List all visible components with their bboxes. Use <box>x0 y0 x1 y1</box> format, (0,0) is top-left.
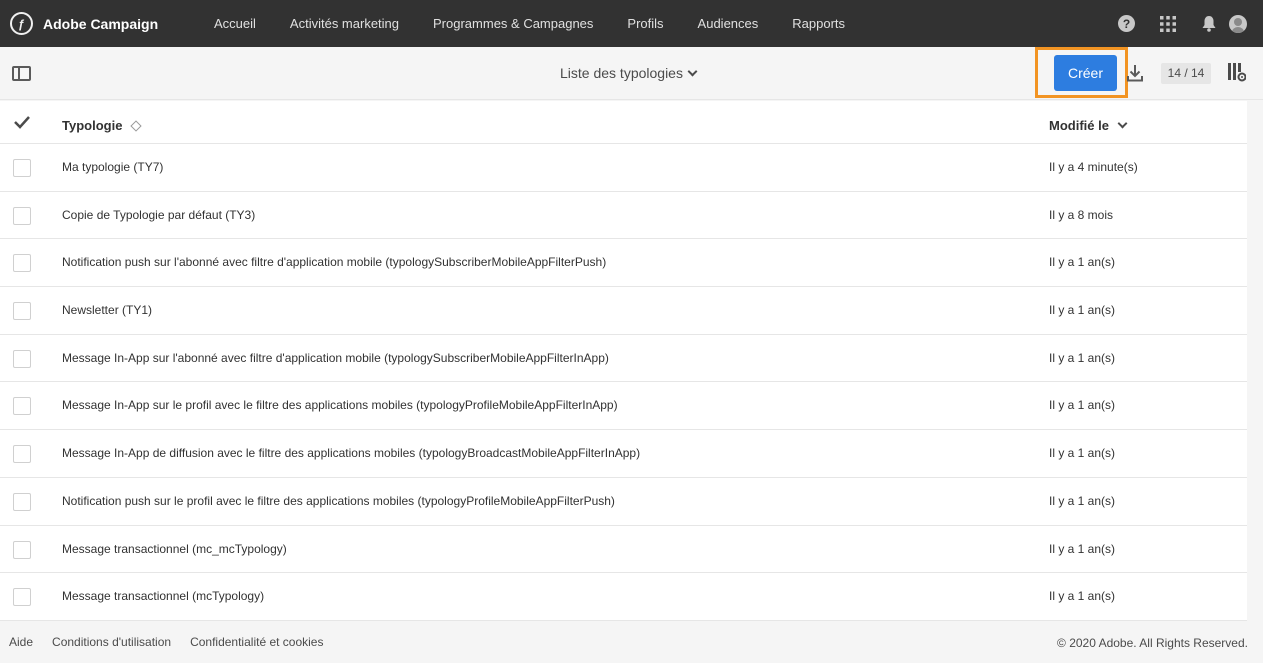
apps-button[interactable] <box>1147 0 1188 47</box>
modified-date: Il y a 1 an(s) <box>1049 589 1116 604</box>
typology-table: Typologie Modifié le Ma typologie (TY7) … <box>0 101 1247 621</box>
create-button[interactable]: Créer <box>1054 55 1117 91</box>
modified-date: Il y a 1 an(s) <box>1049 446 1116 461</box>
typology-name: Notification push sur l'abonné avec filt… <box>62 255 607 270</box>
table-row[interactable]: Message transactionnel (mcTypology) Il y… <box>0 573 1247 621</box>
row-checkbox[interactable] <box>13 445 31 464</box>
nav-item-rapports[interactable]: Rapports <box>775 0 862 47</box>
modified-date: Il y a 4 minute(s) <box>1049 160 1138 174</box>
table-row[interactable]: Ma typologie (TY7) Il y a 4 minute(s) <box>0 144 1247 192</box>
table-row[interactable]: Newsletter (TY1) Il y a 1 an(s) <box>0 287 1247 335</box>
bell-icon <box>1202 16 1215 32</box>
row-checkbox[interactable] <box>13 492 31 511</box>
panel-toggle-icon[interactable] <box>12 66 31 81</box>
nav-item-activites-marketing[interactable]: Activités marketing <box>273 0 416 47</box>
column-header-label: Typologie <box>62 118 123 133</box>
footer-link-aide[interactable]: Aide <box>9 635 33 649</box>
modified-date: Il y a 1 an(s) <box>1049 398 1116 413</box>
row-checkbox[interactable] <box>13 588 31 607</box>
row-checkbox[interactable] <box>13 254 31 273</box>
table-header: Typologie Modifié le <box>0 101 1247 144</box>
column-header-label: Modifié le <box>1049 118 1109 133</box>
table-row[interactable]: Message In-App sur l'abonné avec filtre … <box>0 335 1247 383</box>
typology-name: Message transactionnel (mc_mcTypology) <box>62 541 287 556</box>
typology-name: Copie de Typologie par défaut (TY3) <box>62 207 256 222</box>
row-checkbox[interactable] <box>13 397 31 416</box>
item-count-badge: 14 / 14 <box>1161 63 1211 84</box>
avatar-icon <box>1229 14 1247 33</box>
apps-grid-icon <box>1159 15 1176 32</box>
help-button[interactable]: ? <box>1106 0 1147 47</box>
brand[interactable]: ƒ Adobe Campaign <box>10 12 197 35</box>
table-row[interactable]: Message In-App de diffusion avec le filt… <box>0 430 1247 478</box>
nav-item-audiences[interactable]: Audiences <box>681 0 776 47</box>
nav-item-profils[interactable]: Profils <box>610 0 680 47</box>
adobe-campaign-logo-icon: ƒ <box>10 12 33 35</box>
checkmark-icon[interactable] <box>14 115 30 129</box>
footer: Aide Conditions d'utilisation Confidenti… <box>0 621 1263 663</box>
table-scrollbar[interactable] <box>1247 101 1263 621</box>
main-menu: Accueil Activités marketing Programmes &… <box>197 0 862 47</box>
modified-date: Il y a 1 an(s) <box>1049 255 1116 270</box>
typology-name: Ma typologie (TY7) <box>62 160 164 174</box>
help-icon: ? <box>1118 15 1135 32</box>
list-title: Liste des typologies <box>560 65 683 81</box>
typology-name: Message transactionnel (mcTypology) <box>62 589 265 604</box>
footer-link-conditions[interactable]: Conditions d'utilisation <box>52 635 171 649</box>
list-toolbar: Liste des typologies Créer 14 / 14 <box>0 47 1263 100</box>
modified-date: Il y a 1 an(s) <box>1049 303 1116 318</box>
modified-date: Il y a 8 mois <box>1049 207 1114 222</box>
typology-name: Message In-App sur l'abonné avec filtre … <box>62 350 609 365</box>
modified-date: Il y a 1 an(s) <box>1049 493 1116 508</box>
sort-icon <box>130 119 143 132</box>
user-menu-button[interactable] <box>1229 0 1263 47</box>
row-checkbox[interactable] <box>13 540 31 559</box>
nav-item-accueil[interactable]: Accueil <box>197 0 273 47</box>
table-row[interactable]: Notification push sur le profil avec le … <box>0 478 1247 526</box>
typology-name: Notification push sur le profil avec le … <box>62 493 615 508</box>
table-row[interactable]: Message transactionnel (mc_mcTypology) I… <box>0 526 1247 574</box>
nav-item-programmes-campagnes[interactable]: Programmes & Campagnes <box>416 0 610 47</box>
row-checkbox[interactable] <box>13 159 31 177</box>
column-header-modifie-le[interactable]: Modifié le <box>1049 118 1128 133</box>
typology-name: Message In-App de diffusion avec le filt… <box>62 446 641 461</box>
row-checkbox[interactable] <box>13 302 31 321</box>
download-icon[interactable] <box>1127 64 1143 82</box>
modified-date: Il y a 1 an(s) <box>1049 541 1116 556</box>
copyright: © 2020 Adobe. All Rights Reserved. <box>1057 636 1248 650</box>
sort-down-icon <box>1117 118 1128 129</box>
column-config-icon[interactable] <box>1228 63 1246 82</box>
nav-actions: ? <box>1106 0 1263 47</box>
brand-name: Adobe Campaign <box>43 15 159 32</box>
column-header-typologie[interactable]: Typologie <box>62 118 143 133</box>
notifications-button[interactable] <box>1188 0 1229 47</box>
table-row[interactable]: Notification push sur l'abonné avec filt… <box>0 239 1247 288</box>
top-navigation: ƒ Adobe Campaign Accueil Activités marke… <box>0 0 1263 47</box>
row-checkbox[interactable] <box>13 349 31 368</box>
modified-date: Il y a 1 an(s) <box>1049 350 1116 365</box>
footer-link-confidentialite[interactable]: Confidentialité et cookies <box>190 635 323 649</box>
chevron-down-icon <box>687 66 698 76</box>
table-row[interactable]: Message In-App sur le profil avec le fil… <box>0 382 1247 431</box>
table-row[interactable]: Copie de Typologie par défaut (TY3) Il y… <box>0 192 1247 240</box>
list-title-dropdown[interactable]: Liste des typologies <box>560 65 698 81</box>
typology-name: Newsletter (TY1) <box>62 303 153 318</box>
typology-name: Message In-App sur le profil avec le fil… <box>62 398 618 413</box>
row-checkbox[interactable] <box>13 206 31 225</box>
